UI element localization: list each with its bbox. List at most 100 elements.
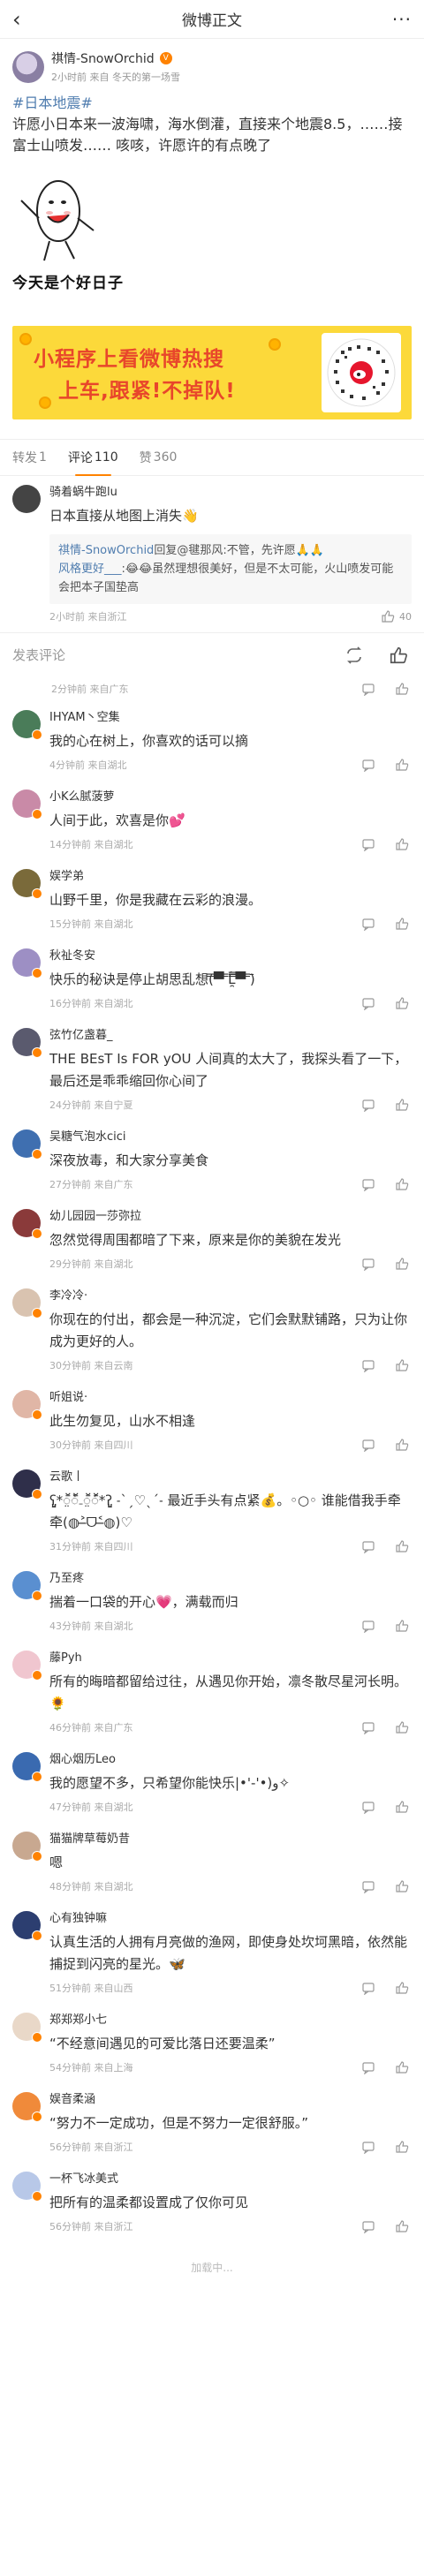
commenter-name[interactable]: 听姐说· — [49, 1390, 412, 1406]
like-icon[interactable] — [392, 1255, 412, 1273]
commenter-name[interactable]: 骑着蜗牛跑lu — [49, 485, 412, 501]
back-icon[interactable]: ‹ — [12, 9, 39, 30]
vip-badge-icon — [32, 1149, 42, 1160]
commenter-name[interactable]: 郑郑郑小七 — [49, 2013, 412, 2028]
post-image[interactable]: 今天是个好日子 — [12, 165, 154, 298]
commenter-name[interactable]: 娱音柔涵 — [49, 2092, 412, 2108]
reply-icon[interactable] — [359, 2138, 378, 2156]
commenter-avatar[interactable] — [12, 948, 42, 978]
reply-icon[interactable] — [359, 756, 378, 774]
reply-icon[interactable] — [359, 1877, 378, 1895]
commenter-name[interactable]: 乃至疼 — [49, 1571, 412, 1587]
reply-icon[interactable] — [359, 1175, 378, 1193]
reply-icon[interactable] — [359, 1979, 378, 1997]
like-icon[interactable] — [392, 680, 412, 698]
vip-badge-icon — [32, 1489, 42, 1500]
reply-icon[interactable] — [359, 1356, 378, 1374]
repost-icon[interactable] — [341, 642, 367, 669]
reply-author[interactable]: 祺情-SnowOrchid — [58, 544, 154, 557]
like-icon[interactable] — [392, 2059, 412, 2076]
like-icon[interactable] — [392, 1175, 412, 1193]
reply-icon[interactable] — [359, 2217, 378, 2235]
commenter-name[interactable]: 小K么腻菠萝 — [49, 789, 412, 805]
commenter-avatar[interactable] — [12, 2013, 42, 2043]
commenter-name[interactable]: 一杯飞冰美式 — [49, 2172, 412, 2187]
like-icon[interactable] — [392, 994, 412, 1012]
commenter-name[interactable]: 云歌丨 — [49, 1469, 412, 1485]
reply-icon[interactable] — [359, 680, 378, 698]
like-icon[interactable] — [392, 1877, 412, 1895]
like-icon[interactable] — [392, 1096, 412, 1114]
commenter-name[interactable]: 娱学弟 — [49, 869, 412, 885]
like-icon[interactable] — [392, 2138, 412, 2156]
commenter-avatar[interactable] — [12, 1832, 42, 1862]
reply-icon[interactable] — [359, 1537, 378, 1555]
comment-item: 幼儿园园一莎弥拉 忽然觉得周围都暗了下来，原来是你的美貌在发光 29分钟前 来自湖北 — [0, 1200, 424, 1280]
like-icon[interactable] — [392, 1617, 412, 1635]
tab-likes[interactable]: 赞 360 — [140, 439, 178, 476]
commenter-avatar[interactable] — [12, 1911, 42, 1941]
banner-line1: 小程序上看微博热搜 — [34, 348, 224, 371]
commenter-avatar[interactable] — [12, 869, 42, 899]
like-icon[interactable] — [392, 1979, 412, 1997]
commenter-avatar[interactable] — [12, 1288, 42, 1318]
reply-icon[interactable] — [359, 1255, 378, 1273]
reply-icon[interactable] — [359, 2059, 378, 2076]
hashtag-link[interactable]: #日本地震# — [12, 94, 93, 111]
commenter-name[interactable]: 烟心烟历Leo — [49, 1752, 412, 1768]
reply-icon[interactable] — [359, 1096, 378, 1114]
reply-icon[interactable] — [359, 1798, 378, 1816]
reply-icon[interactable] — [359, 1719, 378, 1736]
reply-icon[interactable] — [359, 1436, 378, 1454]
commenter-avatar[interactable] — [12, 1752, 42, 1782]
tab-comments[interactable]: 评论 110 — [68, 439, 118, 476]
miniprogram-banner[interactable]: 小程序上看微博热搜 上车,跟紧!不掉队! — [12, 326, 412, 419]
reply-author[interactable]: 风格更好___ — [58, 563, 122, 576]
like-icon[interactable] — [385, 642, 412, 669]
like-icon[interactable] — [392, 1436, 412, 1454]
commenter-avatar[interactable] — [12, 2172, 42, 2202]
author-avatar[interactable] — [12, 50, 44, 83]
like-icon[interactable] — [392, 2217, 412, 2235]
commenter-name[interactable]: 幼儿园园一莎弥拉 — [49, 1209, 412, 1225]
reply-thread[interactable]: 祺情-SnowOrchid回复@毽那风:不管，先许愿🙏🙏 风格更好___:😂😂虽… — [49, 534, 412, 604]
comment-text: 山野千里，你是我藏在云彩的浪漫。 — [49, 892, 262, 908]
commenter-avatar[interactable] — [12, 1571, 42, 1601]
commenter-name[interactable]: 藤Pyh — [49, 1651, 412, 1666]
commenter-avatar[interactable] — [12, 1651, 42, 1681]
comment-input[interactable]: 发表评论 — [12, 646, 65, 664]
reply-icon[interactable] — [359, 1617, 378, 1635]
reply-icon[interactable] — [359, 915, 378, 933]
commenter-avatar[interactable] — [12, 1390, 42, 1420]
like-icon[interactable] — [392, 1798, 412, 1816]
author-name[interactable]: 祺情-SnowOrchid — [51, 49, 155, 67]
tab-reposts[interactable]: 转发 1 — [12, 439, 47, 476]
commenter-name[interactable]: 心有独钟嘛 — [49, 1911, 412, 1927]
commenter-name[interactable]: 吴糖气泡水cici — [49, 1129, 412, 1145]
commenter-avatar[interactable] — [12, 1209, 42, 1239]
commenter-avatar[interactable] — [12, 2092, 42, 2122]
like-icon[interactable] — [392, 1356, 412, 1374]
commenter-avatar[interactable] — [12, 789, 42, 820]
reply-icon[interactable] — [359, 835, 378, 853]
commenter-avatar[interactable] — [12, 710, 42, 740]
vip-badge-icon: V — [159, 52, 172, 64]
reply-icon[interactable] — [359, 994, 378, 1012]
commenter-avatar[interactable] — [12, 1129, 42, 1160]
like-icon[interactable] — [392, 1537, 412, 1555]
commenter-name[interactable]: 猫猫牌草莓奶昔 — [49, 1832, 412, 1847]
commenter-avatar[interactable] — [12, 485, 41, 513]
like-icon[interactable] — [378, 608, 398, 625]
commenter-name[interactable]: IHYAM丶空集 — [49, 710, 412, 726]
commenter-name[interactable]: 秋祉冬安 — [49, 948, 412, 964]
like-icon[interactable] — [392, 756, 412, 774]
post-body: 许愿小日本来一波海啸，海水倒灌，直接来个地震8.5，……接富士山喷发…… 咳咳，… — [12, 116, 403, 154]
commenter-name[interactable]: 弦竹亿盏暮_ — [49, 1028, 412, 1044]
commenter-avatar[interactable] — [12, 1028, 42, 1058]
like-icon[interactable] — [392, 915, 412, 933]
commenter-name[interactable]: 李冷冷· — [49, 1288, 412, 1304]
more-icon[interactable]: ··· — [385, 9, 412, 30]
like-icon[interactable] — [392, 835, 412, 853]
like-icon[interactable] — [392, 1719, 412, 1736]
commenter-avatar[interactable] — [12, 1469, 42, 1500]
